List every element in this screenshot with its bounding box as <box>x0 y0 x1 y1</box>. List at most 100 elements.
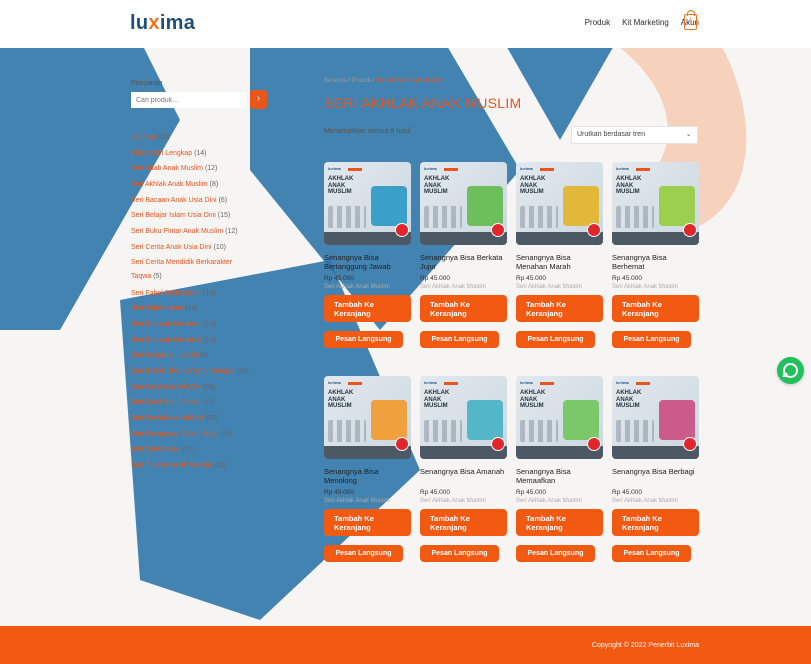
category-name: Seri Buku Pintar Anak Muslim <box>131 228 224 236</box>
category-item[interactable]: Seri Fabel Berkarakter (10) <box>131 286 301 302</box>
category-item[interactable]: Seri Cerita Mendidik Berkarakter Taqwa (… <box>131 256 251 286</box>
whatsapp-icon[interactable] <box>777 357 804 384</box>
cover-art <box>371 186 407 226</box>
category-item[interactable]: Seri Belajar Islam Usia Dini (15) <box>131 208 301 224</box>
product-category[interactable]: Seri Akhlak Anak Muslim <box>516 284 603 290</box>
product-cover[interactable]: lu×ima AKHLAK ANAK MUSLIM <box>420 162 507 245</box>
nav-produk[interactable]: Produk <box>585 18 610 27</box>
category-item[interactable]: Seri Pengayaan Guru Paud (18) <box>131 427 301 443</box>
add-to-cart-button[interactable]: Tambah Ke Keranjang <box>516 509 603 536</box>
cover-logo: lu×ima <box>616 380 629 385</box>
cover-icons <box>328 420 366 442</box>
buy-now-button[interactable]: Pesan Langsung <box>324 331 403 348</box>
product-price: Rp 45.000 <box>324 275 354 282</box>
buy-now-button[interactable]: Pesan Langsung <box>612 331 691 348</box>
product-category[interactable]: Seri Akhlak Anak Muslim <box>612 498 699 504</box>
product-name[interactable]: Senangnya Bisa Berhemat <box>612 253 699 273</box>
add-to-cart-button[interactable]: Tambah Ke Keranjang <box>612 295 699 322</box>
category-count: (14) <box>194 149 207 157</box>
product-name[interactable]: Senangnya Bisa Bertanggung Jawab <box>324 253 411 273</box>
add-to-cart-button[interactable]: Tambah Ke Keranjang <box>420 509 507 536</box>
category-item[interactable]: Seri Adab Anak Muslim (12) <box>131 161 301 177</box>
product-cover[interactable]: lu×ima AKHLAK ANAK MUSLIM <box>516 376 603 459</box>
cover-art <box>467 186 503 226</box>
cover-tag <box>348 382 362 385</box>
cover-badge <box>587 223 601 237</box>
buy-now-button[interactable]: Pesan Langsung <box>516 331 595 348</box>
category-name: Seri Keajaiban Langit <box>131 352 198 360</box>
product-name[interactable]: Senangnya Bisa Menahan Marah <box>516 253 603 273</box>
category-item[interactable]: Seri Sains Anak (15) <box>131 442 301 458</box>
breadcrumb-home[interactable]: Beranda <box>324 78 347 84</box>
category-item[interactable]: Seri Buku Pintar Anak Muslim (12) <box>131 224 301 240</box>
product-cover[interactable]: lu×ima AKHLAK ANAK MUSLIM <box>324 376 411 459</box>
product-name[interactable]: Senangnya Bisa Menolong <box>324 467 411 487</box>
product-name[interactable]: Senangnya Bisa Berkata Jujur <box>420 253 507 273</box>
buy-now-button[interactable]: Pesan Langsung <box>420 331 499 348</box>
sort-select[interactable]: Urutkan berdasar tren ⌄ <box>571 126 698 144</box>
nav-kit-marketing[interactable]: Kit Marketing <box>622 18 669 27</box>
category-count: (10) <box>213 462 226 470</box>
product-category[interactable]: Seri Akhlak Anak Muslim <box>420 284 507 290</box>
product-price: Rp 45.000 <box>420 489 450 496</box>
buy-now-button[interactable]: Pesan Langsung <box>612 545 691 562</box>
category-name: Seri Akhlak Anak Muslim <box>131 181 208 189</box>
product-cover[interactable]: lu×ima AKHLAK ANAK MUSLIM <box>612 376 699 459</box>
cover-icons <box>616 206 654 228</box>
product-category[interactable]: Seri Akhlak Anak Muslim <box>612 284 699 290</box>
add-to-cart-button[interactable]: Tambah Ke Keranjang <box>516 295 603 322</box>
category-item[interactable]: Seri Bacaan Anak Usia Dini (6) <box>131 193 301 209</box>
product-cover[interactable]: lu×ima AKHLAK ANAK MUSLIM <box>612 162 699 245</box>
category-name: Seri Teladan Anak Muslim <box>131 462 212 470</box>
cover-art <box>563 186 599 226</box>
category-count: (10) <box>203 336 216 344</box>
category-item[interactable]: Seri Akhlak Anak Muslim (8) <box>131 177 301 193</box>
buy-now-button[interactable]: Pesan Langsung <box>324 545 403 562</box>
luxima-logo[interactable]: luxima <box>130 12 195 35</box>
search-input[interactable] <box>131 92 246 108</box>
category-name: Seri Pengayaan Guru Paud <box>131 430 217 438</box>
product-cover[interactable]: lu×ima AKHLAK ANAK MUSLIM <box>516 162 603 245</box>
category-item[interactable]: Lainnya (10) <box>131 130 301 146</box>
category-item[interactable]: Seri Ilmuwan Muslim 1 (10) <box>131 317 301 333</box>
category-item[interactable]: Seri Paud Formal (TK) (24) <box>131 380 301 396</box>
buy-now-button[interactable]: Pesan Langsung <box>516 545 595 562</box>
product-cover[interactable]: lu×ima AKHLAK ANAK MUSLIM <box>324 162 411 245</box>
category-item[interactable]: Seri Ilmuwan Muslim 2 (10) <box>131 333 301 349</box>
product-category[interactable]: Seri Akhlak Anak Muslim <box>324 498 411 504</box>
product-category[interactable]: Seri Akhlak Anak Muslim <box>324 284 411 290</box>
product-cover[interactable]: lu×ima AKHLAK ANAK MUSLIM <box>420 376 507 459</box>
cover-tag <box>540 382 554 385</box>
cover-art <box>659 186 695 226</box>
category-item[interactable]: Paket Seri Lengkap (14) <box>131 146 301 162</box>
category-item[interactable]: Seri Fabel Islami (10) <box>131 301 301 317</box>
category-item[interactable]: Seri Pendidikan Inklusif (35) <box>131 411 301 427</box>
breadcrumb-produk[interactable]: Produk <box>352 78 371 84</box>
cover-logo: lu×ima <box>424 380 437 385</box>
add-to-cart-button[interactable]: Tambah Ke Keranjang <box>420 295 507 322</box>
buy-now-button[interactable]: Pesan Langsung <box>420 545 499 562</box>
product-category[interactable]: Seri Akhlak Anak Muslim <box>516 498 603 504</box>
cart-icon[interactable]: 1 <box>684 10 697 30</box>
category-item[interactable]: Seri Komik Nilai Karakter Bangsa (18) <box>131 364 301 380</box>
add-to-cart-button[interactable]: Tambah Ke Keranjang <box>324 509 411 536</box>
product-name[interactable]: Senangnya Bisa Memaafkan <box>516 467 603 487</box>
category-count: (16) <box>202 399 215 407</box>
cover-logo: lu×ima <box>328 380 341 385</box>
category-item[interactable]: Seri Teladan Anak Muslim (10) <box>131 458 301 474</box>
add-to-cart-button[interactable]: Tambah Ke Keranjang <box>612 509 699 536</box>
cover-badge <box>491 223 505 237</box>
category-item[interactable]: Seri Paud Non Formal (16) <box>131 395 301 411</box>
search-button[interactable]: › <box>250 90 267 109</box>
product-name[interactable]: Senangnya Bisa Berbagi <box>612 467 699 487</box>
cover-logo: lu×ima <box>520 380 533 385</box>
add-to-cart-button[interactable]: Tambah Ke Keranjang <box>324 295 411 322</box>
chevron-right-icon: › <box>256 93 261 104</box>
category-name: Seri Ilmuwan Muslim 2 <box>131 336 202 344</box>
category-item[interactable]: Seri Cerita Anak Usia Dini (10) <box>131 240 301 256</box>
product-price: Rp 45.000 <box>612 489 642 496</box>
product-category[interactable]: Seri Akhlak Anak Muslim <box>420 498 507 504</box>
category-item[interactable]: Seri Keajaiban Langit (8) <box>131 348 301 364</box>
product-name[interactable]: Senangnya Bisa Amanah <box>420 467 507 487</box>
category-name: Seri Cerita Anak Usia Dini <box>131 243 212 251</box>
